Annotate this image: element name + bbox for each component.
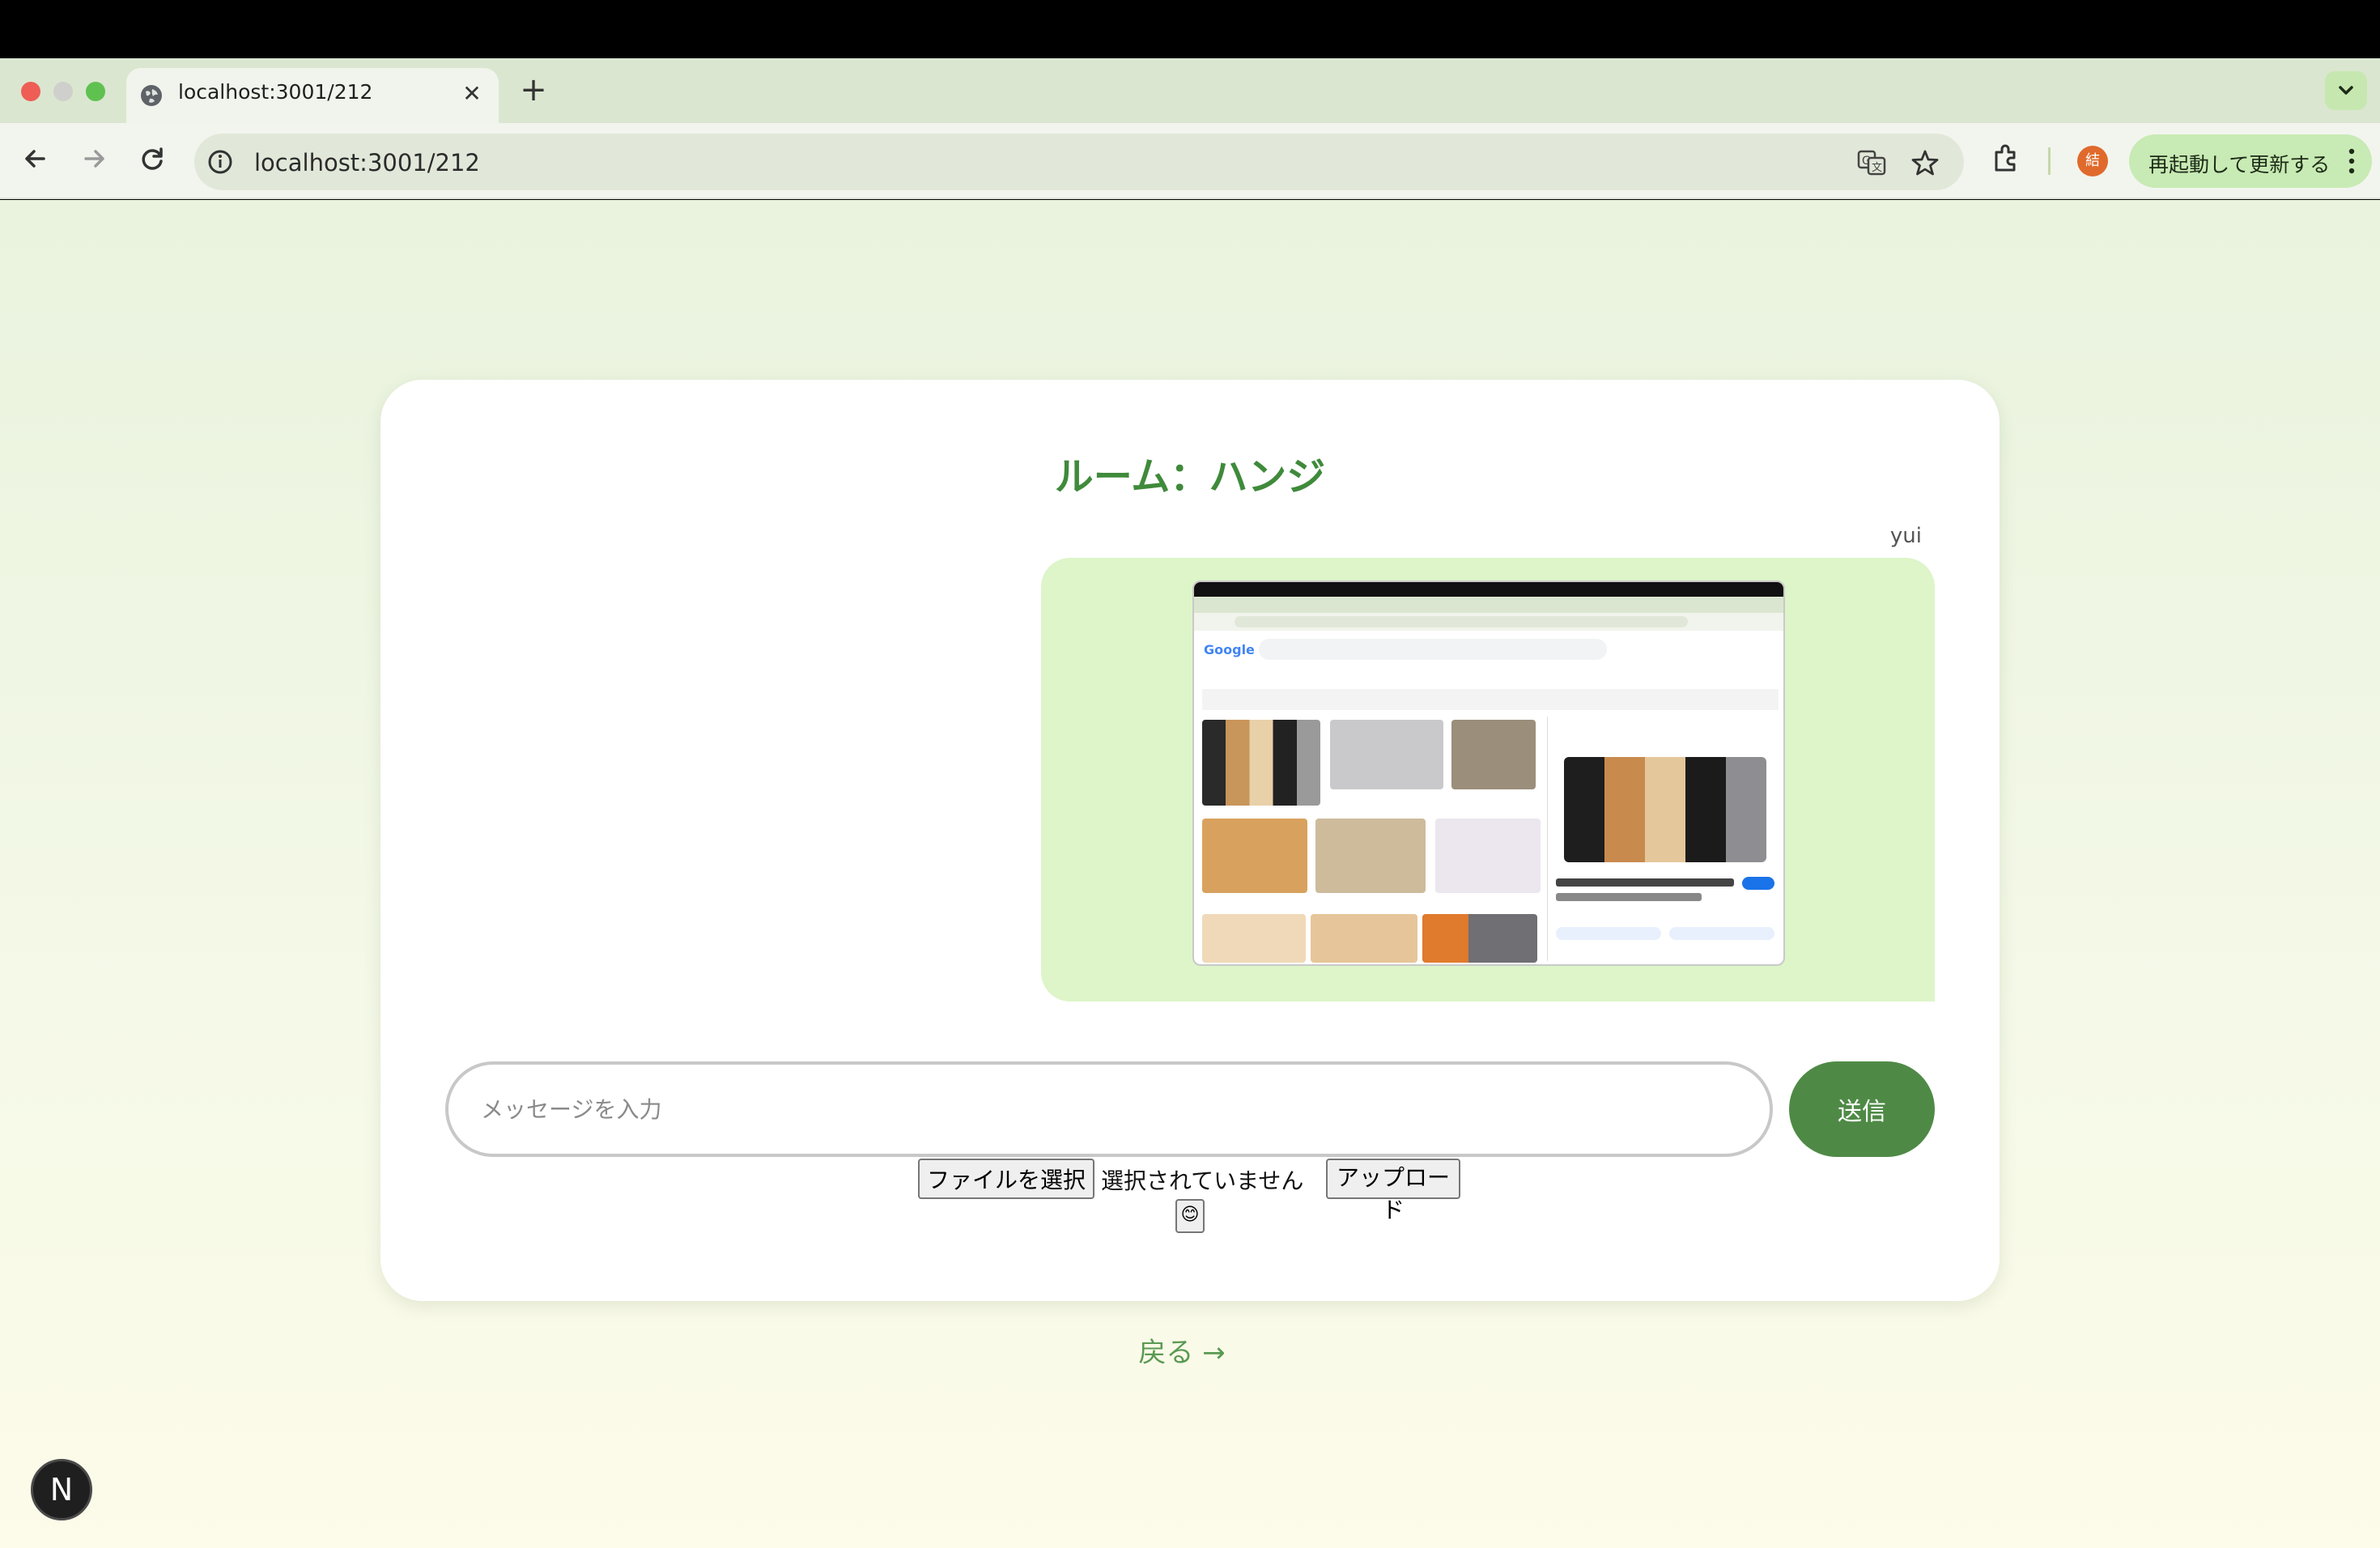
address-bar[interactable]: localhost:3001/212 G 文: [194, 134, 1964, 190]
page-background: ルーム：ハンジ yui Google メッセージを入力 送信 ファイルを選択 選…: [0, 200, 2380, 1548]
window-minimize-button[interactable]: [53, 82, 73, 101]
forward-arrow-icon[interactable]: [74, 139, 113, 178]
file-status-text: 選択されていません: [1101, 1167, 1304, 1194]
image-preview-panel: [1547, 717, 1782, 961]
result-image: [1315, 819, 1426, 893]
result-image: [1311, 914, 1417, 963]
window-close-button[interactable]: [21, 82, 40, 101]
back-link[interactable]: 戻る →: [0, 1330, 2364, 1370]
globe-icon: [141, 85, 162, 106]
google-logo: Google: [1204, 642, 1255, 657]
site-info-icon[interactable]: [206, 147, 235, 176]
svg-text:文: 文: [1872, 162, 1882, 174]
result-image: [1435, 819, 1541, 893]
profile-avatar[interactable]: 結: [2077, 146, 2108, 176]
choose-file-button[interactable]: ファイルを選択: [918, 1159, 1094, 1199]
kebab-menu-icon[interactable]: [2346, 146, 2357, 176]
nextjs-dev-badge[interactable]: N: [31, 1459, 92, 1520]
browser-toolbar: localhost:3001/212 G 文 結 再起動して更新する: [0, 123, 2380, 199]
tab-search-button[interactable]: [2325, 71, 2367, 110]
back-arrow-icon[interactable]: [16, 139, 55, 178]
result-image: [1330, 720, 1443, 789]
result-image: [1202, 720, 1320, 806]
message-sender: yui: [1889, 524, 1922, 548]
emoji-button[interactable]: 😊: [1175, 1199, 1205, 1233]
tab-close-icon[interactable]: ✕: [458, 80, 486, 108]
result-image: [1422, 914, 1537, 963]
message-input[interactable]: [445, 1061, 1773, 1157]
image-filter-chips: [1202, 689, 1779, 710]
tab-title: localhost:3001/212: [178, 80, 373, 104]
chat-card: ルーム：ハンジ yui Google メッセージを入力 送信 ファイルを選択 選…: [380, 380, 2000, 1301]
result-image: [1202, 819, 1307, 893]
preview-image: [1564, 757, 1766, 862]
reload-icon[interactable]: [133, 139, 172, 178]
browser-tab[interactable]: localhost:3001/212 ✕: [126, 68, 499, 123]
url-text: localhost:3001/212: [254, 149, 480, 176]
new-tab-button[interactable]: +: [518, 71, 549, 110]
message-image[interactable]: Google: [1192, 580, 1785, 966]
window-zoom-button[interactable]: [86, 82, 105, 101]
screen-top-bar: [0, 0, 2380, 58]
upload-button[interactable]: アップロード: [1326, 1159, 1460, 1223]
relaunch-update-button[interactable]: 再起動して更新する: [2129, 134, 2372, 188]
message-bubble: Google: [1041, 558, 1935, 1002]
extensions-icon[interactable]: [1988, 141, 2024, 176]
room-title: ルーム：ハンジ: [1054, 454, 1326, 500]
toolbar-separator: [2048, 147, 2051, 175]
result-image: [1451, 720, 1536, 789]
relaunch-update-label: 再起動して更新する: [2148, 153, 2331, 176]
send-button[interactable]: 送信: [1789, 1061, 1935, 1157]
result-image: [1202, 914, 1306, 963]
translate-icon[interactable]: G 文: [1855, 147, 1888, 179]
chevron-down-icon: [2339, 86, 2353, 95]
bookmark-star-icon[interactable]: [1909, 147, 1941, 179]
image-search-box: [1259, 639, 1607, 660]
